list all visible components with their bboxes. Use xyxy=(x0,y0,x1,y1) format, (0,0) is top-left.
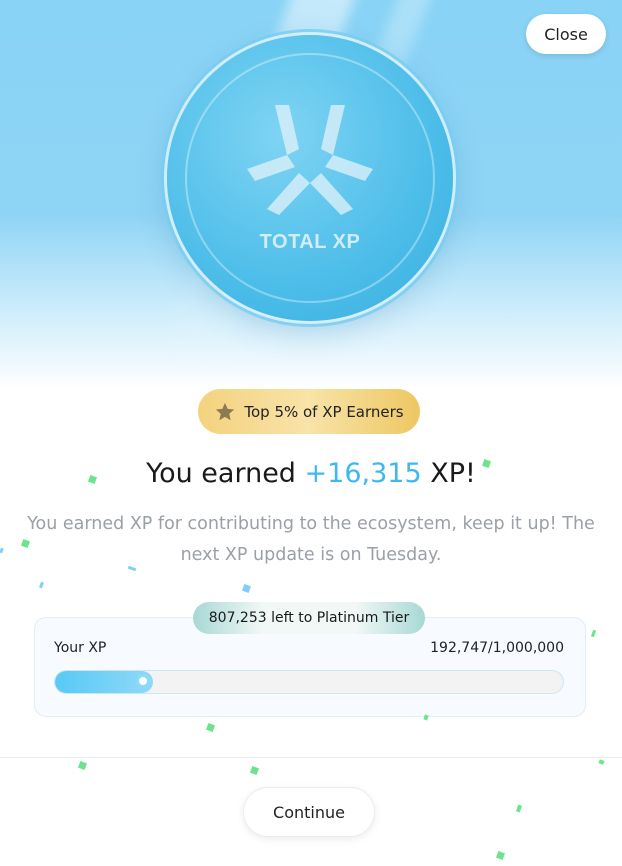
xp-progress-fill xyxy=(55,671,153,693)
badge-label: Top 5% of XP Earners xyxy=(244,402,404,421)
total-xp-coin: TOTAL XP xyxy=(167,35,453,321)
xp-label: Your XP xyxy=(54,640,107,656)
headline: You earned +16,315 XP! xyxy=(0,458,622,489)
confetti-piece xyxy=(515,804,523,813)
headline-prefix: You earned xyxy=(146,458,305,489)
star-icon xyxy=(216,402,235,420)
confetti-piece xyxy=(0,547,4,554)
subtitle: You earned XP for contributing to the ec… xyxy=(27,514,595,565)
headline-suffix: XP! xyxy=(421,458,476,489)
top-earners-badge: Top 5% of XP Earners xyxy=(198,389,420,434)
progress-knob xyxy=(135,674,150,688)
coin-label: TOTAL XP xyxy=(259,231,361,253)
confetti-piece xyxy=(423,714,429,721)
confetti-piece xyxy=(39,581,44,589)
xp-logo-icon xyxy=(247,105,373,215)
close-button[interactable]: Close xyxy=(526,14,606,54)
footer-divider xyxy=(0,757,622,758)
confetti-piece xyxy=(598,759,605,765)
confetti-piece xyxy=(590,629,597,638)
tier-pill: 807,253 left to Platinum Tier xyxy=(193,602,425,634)
confetti-piece xyxy=(242,584,251,593)
confetti-piece xyxy=(250,766,259,775)
xp-progress-track xyxy=(54,670,564,694)
xp-amount: +16,315 xyxy=(304,458,422,489)
confetti-piece xyxy=(206,723,215,732)
hero-banner: TOTAL XP xyxy=(0,0,622,390)
confetti-piece xyxy=(496,851,505,860)
confetti-piece xyxy=(78,761,87,770)
xp-value: 192,747/1,000,000 xyxy=(430,640,564,656)
continue-button[interactable]: Continue xyxy=(243,787,375,837)
